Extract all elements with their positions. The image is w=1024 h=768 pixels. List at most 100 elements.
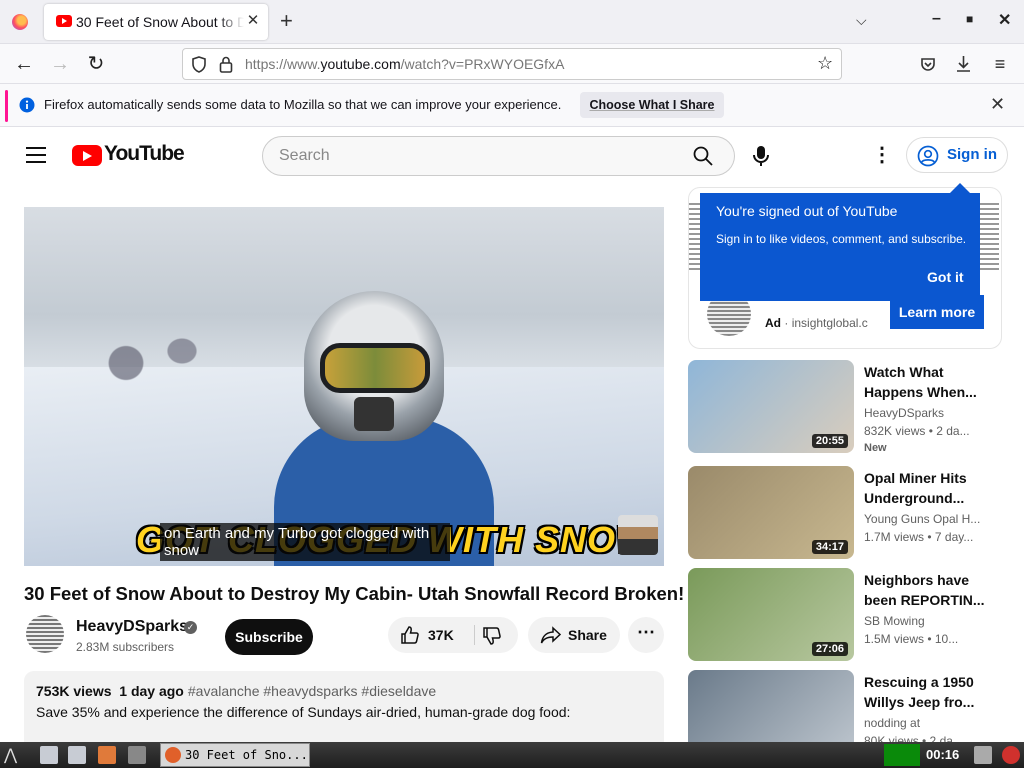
- channel-avatar[interactable]: [26, 615, 64, 653]
- recommendation-item[interactable]: 34:17 Opal Miner Hits Underground... Young…: [688, 466, 1018, 562]
- recommendation-item[interactable]: 20:55 Watch What Happens When... HeavyDSpa…: [688, 360, 1018, 456]
- reload-icon[interactable]: ↻: [84, 52, 108, 76]
- account-circle-icon: [917, 145, 939, 167]
- url-text[interactable]: https://www.youtube.com/watch?v=PRxWYOEG…: [245, 56, 564, 72]
- recommendation-thumbnail[interactable]: 34:17: [688, 466, 854, 559]
- more-actions-icon[interactable]: ⋯: [628, 617, 664, 653]
- recommendation-title[interactable]: Watch What Happens When...: [864, 362, 994, 402]
- description-text: Save 35% and experience the difference o…: [36, 704, 571, 720]
- taskbar-window-button[interactable]: 30 Feet of Sno...: [160, 743, 310, 767]
- notification-close-icon[interactable]: ✕: [990, 94, 1005, 115]
- settings-kebab-icon[interactable]: ⋮: [872, 145, 892, 165]
- downloads-icon[interactable]: [955, 55, 972, 73]
- list-all-tabs-chevron-icon[interactable]: ⌵: [856, 12, 867, 29]
- search-input[interactable]: Search: [262, 136, 672, 176]
- tab-title: 30 Feet of Snow About to Destroy My Cabi…: [76, 14, 244, 30]
- popup-title: You're signed out of YouTube: [716, 203, 898, 219]
- pocket-icon[interactable]: [920, 56, 936, 72]
- recommendation-thumbnail[interactable]: 27:06: [688, 568, 854, 661]
- forward-arrow-icon[interactable]: →: [48, 52, 72, 76]
- choose-what-i-share-button[interactable]: Choose What I Share: [580, 92, 724, 118]
- recommendation-channel[interactable]: SB Mowing: [864, 614, 925, 628]
- recommendation-title[interactable]: Rescuing a 1950 Willys Jeep fro...: [864, 672, 994, 712]
- video-helmet-camera: [354, 397, 394, 431]
- user-icon[interactable]: [974, 746, 992, 764]
- thumbs-down-icon[interactable]: [482, 626, 502, 646]
- taskbar-firefox-icon: [165, 747, 181, 763]
- thumbs-up-icon[interactable]: [400, 625, 420, 645]
- signed-out-popup: You're signed out of YouTube Sign in to …: [700, 183, 980, 301]
- microphone-icon[interactable]: [752, 145, 770, 167]
- recommendation-item[interactable]: Rescuing a 1950 Willys Jeep fro... noddin…: [688, 670, 1018, 742]
- new-tab-plus-icon[interactable]: +: [280, 10, 293, 32]
- ad-label: Ad · insightglobal.c: [765, 316, 868, 330]
- show-desktop-icon[interactable]: [40, 746, 58, 764]
- recommendation-channel[interactable]: HeavyDSparks: [864, 406, 944, 420]
- minimize-icon[interactable]: –: [932, 10, 941, 28]
- bookmark-star-icon[interactable]: ☆: [817, 53, 833, 74]
- youtube-logo-text[interactable]: YouTube: [104, 142, 185, 166]
- youtube-logo-icon[interactable]: [72, 145, 102, 166]
- video-watermark-avatar: [618, 515, 658, 555]
- like-dislike-group: 37K: [388, 617, 518, 653]
- video-trees: [84, 267, 224, 387]
- video-player[interactable]: GOT CLOGGED WITH SNOW on Earth and my Tu…: [24, 207, 664, 566]
- recommendation-channel[interactable]: Young Guns Opal H...: [864, 512, 980, 526]
- firefox-icon[interactable]: [12, 14, 28, 30]
- new-badge: New: [864, 442, 887, 454]
- maximize-icon[interactable]: ■: [966, 12, 973, 26]
- notification-message: Firefox automatically sends some data to…: [44, 97, 562, 112]
- navigation-toolbar: ← → ↻ https://www.youtube.com/watch?v=PR…: [0, 44, 1024, 84]
- notification-accent: [5, 90, 8, 122]
- recommendation-title[interactable]: Neighbors have been REPORTIN...: [864, 570, 994, 610]
- got-it-button[interactable]: Got it: [927, 269, 964, 285]
- tab-close-icon[interactable]: ✕: [244, 12, 262, 30]
- like-count[interactable]: 37K: [428, 627, 454, 643]
- subtitle-text: on Earth and my Turbo got clogged with s…: [164, 525, 430, 559]
- firefox-launcher-icon[interactable]: [98, 746, 116, 764]
- learn-more-button[interactable]: Learn more: [890, 295, 984, 329]
- video-duration: 34:17: [811, 540, 848, 554]
- share-arrow-icon: [540, 626, 562, 644]
- launcher-icon[interactable]: [128, 746, 146, 764]
- share-button[interactable]: Share: [528, 617, 620, 653]
- sign-in-button[interactable]: Sign in: [906, 137, 1008, 173]
- close-window-icon[interactable]: ✕: [998, 10, 1011, 30]
- youtube-page: YouTube Search ⋮ Sign in GOT CLOGGED WIT…: [0, 127, 1024, 742]
- description-box[interactable]: 753K views 1 day ago #avalanche #heavydsp…: [24, 671, 664, 742]
- sign-in-label: Sign in: [947, 146, 997, 163]
- search-placeholder: Search: [279, 147, 330, 164]
- power-icon[interactable]: [1002, 746, 1020, 764]
- verified-check-icon: ✓: [184, 621, 197, 634]
- recommendation-meta: 1.5M views • 10...: [864, 632, 959, 646]
- recommendation-thumbnail[interactable]: [688, 670, 854, 742]
- start-menu-icon[interactable]: ⋀: [4, 745, 17, 765]
- video-rider-goggles: [320, 343, 430, 393]
- recommendation-title[interactable]: Opal Miner Hits Underground...: [864, 468, 994, 508]
- search-button[interactable]: [671, 136, 735, 176]
- recommendation-item[interactable]: 27:06 Neighbors have been REPORTIN... SB M…: [688, 568, 1018, 664]
- file-manager-icon[interactable]: [68, 746, 86, 764]
- guide-menu-icon[interactable]: [26, 147, 46, 168]
- video-duration: 27:06: [811, 642, 848, 656]
- video-title: 30 Feet of Snow About to Destroy My Cabi…: [24, 583, 685, 604]
- app-menu-hamburger-icon[interactable]: ≡: [988, 52, 1012, 76]
- tab-bar: 30 Feet of Snow About to Destroy My Cabi…: [0, 0, 1024, 44]
- like-divider: [474, 625, 475, 645]
- url-bar[interactable]: https://www.youtube.com/watch?v=PRxWYOEG…: [182, 48, 842, 80]
- subscriber-count: 2.83M subscribers: [76, 640, 175, 654]
- search-icon: [693, 146, 713, 166]
- channel-name[interactable]: HeavyDSparks: [76, 618, 188, 636]
- browser-tab[interactable]: 30 Feet of Snow About to Destroy My Cabi…: [44, 4, 268, 40]
- tracking-shield-icon[interactable]: [191, 56, 207, 73]
- notification-bar: Firefox automatically sends some data to…: [0, 84, 1024, 127]
- recommendation-meta: 1.7M views • 7 day...: [864, 530, 974, 544]
- subtitle-box: on Earth and my Turbo got clogged with s…: [160, 523, 450, 561]
- back-arrow-icon[interactable]: ←: [12, 52, 36, 76]
- subscribe-button[interactable]: Subscribe: [225, 619, 313, 655]
- recommendation-channel[interactable]: nodding at: [864, 716, 920, 730]
- recommendation-thumbnail[interactable]: 20:55: [688, 360, 854, 453]
- lock-icon[interactable]: [219, 56, 233, 73]
- popup-body: Sign in to like videos, comment, and sub…: [716, 232, 967, 246]
- video-duration: 20:55: [811, 434, 848, 448]
